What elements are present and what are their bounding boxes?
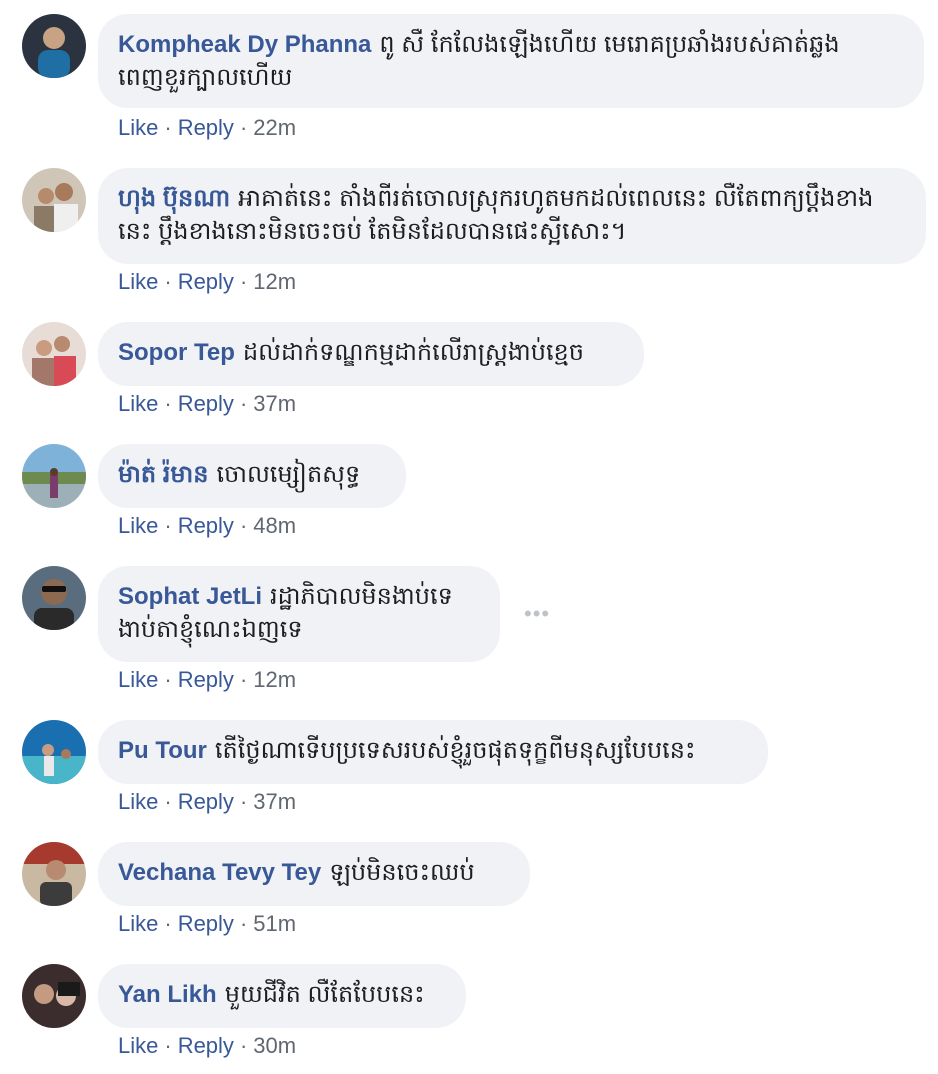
- comment-author[interactable]: Kompheak Dy Phanna: [118, 31, 371, 58]
- comment-author[interactable]: Sopor Tep: [118, 339, 235, 366]
- reply-button[interactable]: Reply: [178, 911, 234, 936]
- avatar[interactable]: [22, 444, 86, 508]
- like-button[interactable]: Like: [118, 789, 158, 814]
- comment-bubble: Yan Likh មួយជីវិត លឺតែបែបនេះ: [98, 964, 466, 1028]
- comment-bubble: Sophat JetLi រដ្ឋាភិបាលមិនងាប់ទេ ងាប់តាខ្…: [98, 566, 500, 662]
- separator: ·: [164, 391, 172, 416]
- more-options-icon[interactable]: •••: [524, 603, 550, 625]
- comment-actions: Like · Reply · 37m: [118, 391, 296, 417]
- comment-text: ចោលម្សៀតសុទ្ធ: [216, 461, 361, 488]
- like-button[interactable]: Like: [118, 1033, 158, 1058]
- reply-button[interactable]: Reply: [178, 513, 234, 538]
- comment-actions: Like · Reply · 48m: [118, 513, 296, 539]
- comment-text: មួយជីវិត លឺតែបែបនេះ: [224, 981, 425, 1008]
- like-button[interactable]: Like: [118, 115, 158, 140]
- comment-bubble: Sopor Tep ដល់ដាក់ទណ្ឌកម្មដាក់លើរាស្ត្រងាប…: [98, 322, 644, 386]
- comment-actions: Like · Reply · 37m: [118, 789, 296, 815]
- reply-button[interactable]: Reply: [178, 1033, 234, 1058]
- comment-timestamp[interactable]: 37m: [253, 789, 296, 814]
- separator: ·: [239, 667, 248, 692]
- comment-text: តើថ្ងៃណាទើបប្រទេសរបស់ខ្ញុំរួចផុតទុក្ខពីម…: [214, 737, 696, 764]
- separator: ·: [164, 789, 172, 814]
- comment-author[interactable]: Vechana Tevy Tey: [118, 859, 321, 886]
- comment-actions: Like · Reply · 12m: [118, 667, 296, 693]
- comment-author[interactable]: Sophat JetLi: [118, 583, 262, 610]
- separator: ·: [164, 1033, 172, 1058]
- comment-author[interactable]: Yan Likh: [118, 981, 217, 1008]
- comment-timestamp[interactable]: 12m: [253, 667, 296, 692]
- reply-button[interactable]: Reply: [178, 269, 234, 294]
- separator: ·: [164, 667, 172, 692]
- reply-button[interactable]: Reply: [178, 391, 234, 416]
- avatar[interactable]: [22, 720, 86, 784]
- comment-bubble: ម៉ាត់ រ៉មាន ចោលម្សៀតសុទ្ធ: [98, 444, 406, 508]
- comment-bubble: ហុង ប៊ុនណា អាគាត់នេះ តាំងពីរត់ចោលស្រុករហូ…: [98, 168, 926, 264]
- comment-actions: Like · Reply · 12m: [118, 269, 296, 295]
- like-button[interactable]: Like: [118, 269, 158, 294]
- like-button[interactable]: Like: [118, 391, 158, 416]
- separator: ·: [239, 911, 248, 936]
- comment-actions: Like · Reply · 22m: [118, 115, 296, 141]
- separator: ·: [239, 391, 248, 416]
- avatar[interactable]: [22, 566, 86, 630]
- comment-timestamp[interactable]: 48m: [253, 513, 296, 538]
- like-button[interactable]: Like: [118, 513, 158, 538]
- avatar[interactable]: [22, 842, 86, 906]
- avatar[interactable]: [22, 14, 86, 78]
- like-button[interactable]: Like: [118, 911, 158, 936]
- separator: ·: [239, 269, 248, 294]
- comment-author[interactable]: Pu Tour: [118, 737, 207, 764]
- comment-actions: Like · Reply · 30m: [118, 1033, 296, 1059]
- comment-text: ដល់ដាក់ទណ្ឌកម្មដាក់លើរាស្ត្រងាប់ខ្មេច: [242, 339, 585, 366]
- separator: ·: [239, 115, 248, 140]
- comment-timestamp[interactable]: 37m: [253, 391, 296, 416]
- reply-button[interactable]: Reply: [178, 115, 234, 140]
- comment-text: អាគាត់នេះ តាំងពីរត់ចោលស្រុករហូតមកដល់ពេលន…: [118, 185, 874, 245]
- separator: ·: [239, 789, 248, 814]
- comment-actions: Like · Reply · 51m: [118, 911, 296, 937]
- comment-timestamp[interactable]: 12m: [253, 269, 296, 294]
- comment-timestamp[interactable]: 22m: [253, 115, 296, 140]
- separator: ·: [239, 1033, 248, 1058]
- comment-bubble: Pu Tour តើថ្ងៃណាទើបប្រទេសរបស់ខ្ញុំរួចផុតទ…: [98, 720, 768, 784]
- comment-bubble: Kompheak Dy Phanna ពូ សឺ កែលែងឡើងហើយ មេរោ…: [98, 14, 924, 108]
- separator: ·: [164, 115, 172, 140]
- comment-timestamp[interactable]: 30m: [253, 1033, 296, 1058]
- avatar[interactable]: [22, 168, 86, 232]
- separator: ·: [164, 269, 172, 294]
- separator: ·: [239, 513, 248, 538]
- comment-bubble: Vechana Tevy Tey ឡប់មិនចេះឈប់: [98, 842, 530, 906]
- comment-author[interactable]: ម៉ាត់ រ៉មាន: [118, 461, 208, 488]
- comment-author[interactable]: ហុង ប៊ុនណា: [118, 185, 230, 212]
- comment-timestamp[interactable]: 51m: [253, 911, 296, 936]
- avatar[interactable]: [22, 322, 86, 386]
- separator: ·: [164, 911, 172, 936]
- comment-text: ឡប់មិនចេះឈប់: [329, 859, 475, 886]
- separator: ·: [164, 513, 172, 538]
- avatar[interactable]: [22, 964, 86, 1028]
- like-button[interactable]: Like: [118, 667, 158, 692]
- reply-button[interactable]: Reply: [178, 789, 234, 814]
- reply-button[interactable]: Reply: [178, 667, 234, 692]
